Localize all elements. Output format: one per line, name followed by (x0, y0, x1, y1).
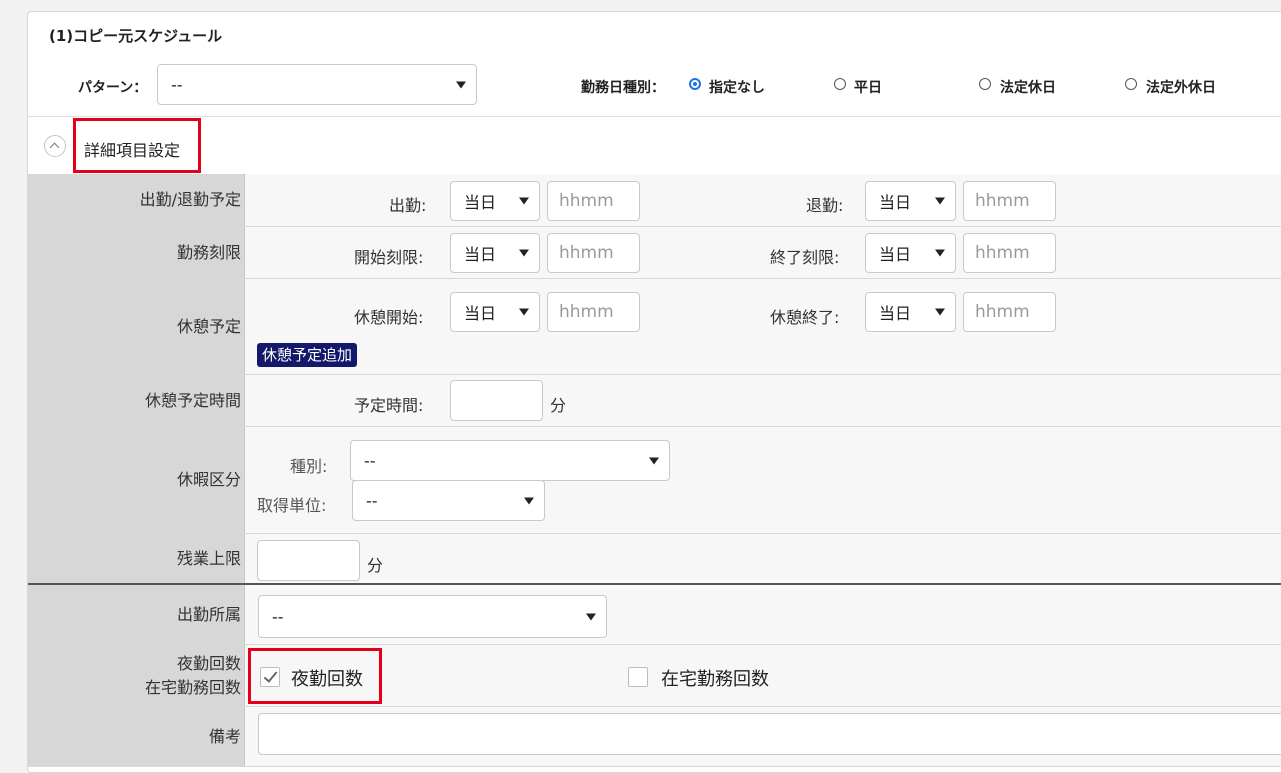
planned-time-input[interactable] (450, 380, 543, 421)
row-label: 休暇区分 (28, 427, 245, 533)
break-end-day-select[interactable]: 当日 (865, 292, 956, 332)
radio-legal-holiday-label: 法定休日 (1000, 80, 1056, 96)
copy-source-panel: (1)コピー元スケジュール パターン： -- 勤務日種別： 指定なし 平日 法定… (27, 11, 1281, 773)
select-value: 当日 (464, 304, 497, 323)
minutes-unit: 分 (550, 396, 567, 415)
select-value: 当日 (464, 193, 497, 212)
placeholder: hhmm (559, 302, 614, 322)
chevron-down-icon (519, 308, 529, 316)
row-label: 出勤/退勤予定 (28, 174, 245, 226)
pattern-select[interactable]: -- (157, 64, 477, 105)
end-time-input[interactable]: hhmm (963, 181, 1056, 221)
radio-legal-holiday[interactable] (979, 78, 991, 90)
break-start-day-select[interactable]: 当日 (450, 292, 540, 332)
chevron-down-icon (935, 308, 945, 316)
chevron-down-icon (586, 613, 596, 620)
row-notes: 備考 (28, 707, 1281, 767)
radio-unspecified-label: 指定なし (709, 80, 765, 96)
highlight-box (73, 118, 201, 173)
remote-count-label: 在宅勤務回数 (661, 669, 769, 690)
department-select[interactable]: -- (258, 595, 607, 638)
chevron-up-icon[interactable] (44, 135, 66, 157)
minutes-unit: 分 (367, 556, 384, 575)
planned-time-label: 予定時間: (354, 396, 424, 415)
select-value: 当日 (464, 245, 497, 264)
highlight-box (248, 648, 382, 704)
placeholder: hhmm (559, 191, 614, 211)
start-time-input[interactable]: hhmm (547, 181, 640, 221)
row-leave: 休暇区分 種別: -- 取得単位: -- (28, 427, 1281, 534)
pattern-label: パターン： (78, 80, 148, 96)
end-label: 退勤: (806, 196, 844, 215)
break-end-input[interactable]: hhmm (963, 292, 1056, 332)
chevron-down-icon (519, 249, 529, 257)
radio-weekday[interactable] (834, 78, 846, 90)
select-value: -- (364, 451, 376, 470)
row-label: 夜勤回数 在宅勤務回数 (28, 645, 245, 706)
select-value: 当日 (879, 193, 912, 212)
radio-nonlegal-holiday[interactable] (1125, 78, 1137, 90)
break-start-label: 休憩開始: (354, 308, 424, 327)
row-label-line2: 在宅勤務回数 (144, 677, 241, 697)
divider (28, 116, 1281, 117)
chevron-down-icon (935, 197, 945, 205)
row-label: 出勤所属 (28, 585, 245, 644)
start-limit-input[interactable]: hhmm (547, 233, 640, 273)
notes-input[interactable] (258, 713, 1281, 755)
leave-type-label: 種別: (290, 457, 328, 476)
end-limit-day-select[interactable]: 当日 (865, 233, 956, 273)
break-start-input[interactable]: hhmm (547, 292, 640, 332)
row-label: 残業上限 (28, 534, 245, 583)
acquisition-unit-select[interactable]: -- (352, 480, 545, 521)
chevron-down-icon (456, 81, 466, 88)
chevron-down-icon (524, 497, 534, 504)
row-label: 休憩予定時間 (28, 375, 245, 426)
row-counts: 夜勤回数 在宅勤務回数 夜勤回数 在宅勤務回数 (28, 645, 1281, 707)
radio-unspecified[interactable] (689, 78, 701, 90)
chevron-down-icon (649, 457, 659, 464)
pattern-select-value: -- (171, 75, 183, 94)
select-value: 当日 (879, 304, 912, 323)
row-overtime: 残業上限 分 (28, 534, 1281, 584)
select-value: -- (366, 491, 378, 510)
acquisition-unit-label: 取得単位: (257, 496, 327, 515)
select-value: 当日 (879, 245, 912, 264)
end-limit-input[interactable]: hhmm (963, 233, 1056, 273)
start-day-select[interactable]: 当日 (450, 181, 540, 221)
row-department: 出勤所属 -- (28, 585, 1281, 645)
row-limit: 勤務刻限 開始刻限: 当日 hhmm 終了刻限: 当日 hhmm (28, 227, 1281, 279)
start-limit-day-select[interactable]: 当日 (450, 233, 540, 273)
end-day-select[interactable]: 当日 (865, 181, 956, 221)
add-break-button[interactable]: 休憩予定追加 (257, 343, 358, 367)
row-attendance: 出勤/退勤予定 出勤: 当日 hhmm 退勤: 当日 hhmm (28, 174, 1281, 227)
row-break: 休憩予定 休憩開始: 当日 hhmm 休憩終了: 当日 hhmm 休憩予定追加 (28, 279, 1281, 375)
overtime-limit-input[interactable] (257, 540, 360, 581)
leave-type-select[interactable]: -- (350, 440, 670, 481)
row-label-line1: 夜勤回数 (176, 653, 241, 673)
section-title: (1)コピー元スケジュール (49, 27, 223, 45)
placeholder: hhmm (975, 191, 1030, 211)
radio-nonlegal-holiday-label: 法定外休日 (1146, 80, 1216, 96)
placeholder: hhmm (975, 302, 1030, 322)
chevron-down-icon (519, 197, 529, 205)
remote-count-checkbox[interactable] (628, 667, 648, 687)
start-label: 出勤: (389, 196, 427, 215)
row-break-time: 休憩予定時間 予定時間: 分 (28, 375, 1281, 427)
workday-type-label: 勤務日種別： (581, 80, 665, 96)
break-end-label: 休憩終了: (770, 308, 840, 327)
radio-weekday-label: 平日 (854, 80, 882, 96)
row-label: 勤務刻限 (28, 227, 245, 278)
placeholder: hhmm (559, 243, 614, 263)
placeholder: hhmm (975, 243, 1030, 263)
chevron-down-icon (935, 249, 945, 257)
end-limit-label: 終了刻限: (770, 248, 840, 267)
start-limit-label: 開始刻限: (354, 248, 424, 267)
select-value: -- (272, 607, 284, 626)
row-label: 備考 (28, 707, 245, 766)
row-label: 休憩予定 (28, 279, 245, 374)
